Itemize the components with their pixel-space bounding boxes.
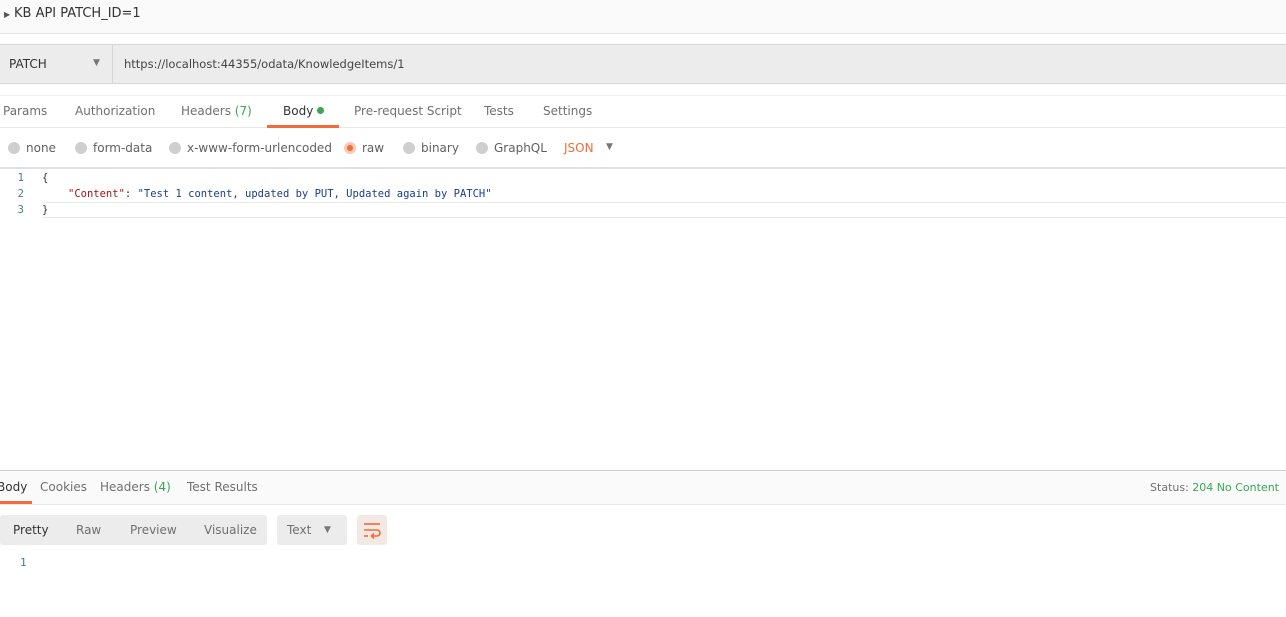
status-label: Status: <box>1150 481 1189 494</box>
radio-circle-icon <box>75 142 87 154</box>
code-line-2: "Content": "Test 1 content, updated by P… <box>68 188 492 200</box>
radio-raw[interactable]: raw <box>344 141 384 155</box>
response-format-value: Text <box>287 523 312 537</box>
wrap-lines-button[interactable] <box>357 515 387 545</box>
response-format-select[interactable]: Text ▼ <box>277 515 347 545</box>
tab-settings[interactable]: Settings <box>543 104 592 118</box>
active-tab-underline <box>0 501 32 504</box>
response-headers-count: (4) <box>153 480 171 494</box>
method-select[interactable]: PATCH ▼ <box>0 45 113 83</box>
radio-circle-icon <box>169 142 181 154</box>
body-indicator-dot-icon <box>317 107 325 114</box>
json-key: "Content" <box>68 188 125 200</box>
current-line-highlight <box>42 202 1286 218</box>
tab-params[interactable]: Params <box>3 104 47 118</box>
view-visualize-button[interactable]: Visualize <box>204 523 257 537</box>
radio-label: GraphQL <box>494 141 547 155</box>
tab-body-label: Body <box>283 104 314 118</box>
response-tabs: Body Cookies Headers (4) Test Results St… <box>0 471 1286 505</box>
code-open-brace: { <box>42 172 49 184</box>
view-pretty-button[interactable]: Pretty <box>13 523 49 537</box>
request-name[interactable]: KB API PATCH_ID=1 <box>14 6 141 21</box>
radio-label: none <box>26 141 56 155</box>
view-raw-button[interactable]: Raw <box>76 523 101 537</box>
response-headers-label: Headers <box>100 480 150 494</box>
headers-count: (7) <box>234 104 252 118</box>
response-tab-body[interactable]: Body <box>0 480 27 494</box>
json-value: "Test 1 content, updated by PUT, Updated… <box>137 188 492 200</box>
status-value: 204 No Content <box>1192 481 1279 494</box>
response-status: Status: 204 No Content <box>1150 481 1279 494</box>
body-type-options: none form-data x-www-form-urlencoded raw… <box>0 128 1286 169</box>
response-tab-test-results[interactable]: Test Results <box>187 480 258 494</box>
radio-label: binary <box>421 141 459 155</box>
tab-headers-label: Headers <box>181 104 231 118</box>
radio-circle-icon <box>403 142 415 154</box>
radio-circle-icon <box>8 142 20 154</box>
radio-x-www-form-urlencoded[interactable]: x-www-form-urlencoded <box>169 141 332 155</box>
view-preview-button[interactable]: Preview <box>130 523 177 537</box>
chevron-down-icon: ▼ <box>324 525 331 535</box>
line-number: 2 <box>17 188 24 200</box>
radio-graphql[interactable]: GraphQL <box>476 141 547 155</box>
radio-circle-icon <box>476 142 488 154</box>
body-editor[interactable]: 1 2 3 { "Content": "Test 1 content, upda… <box>0 170 1286 470</box>
request-tabs: Params Authorization Headers (7) Body Pr… <box>0 95 1286 128</box>
chevron-down-icon[interactable]: ▼ <box>606 142 613 152</box>
radio-none[interactable]: none <box>8 141 56 155</box>
expand-caret-icon[interactable]: ▶ <box>4 10 10 19</box>
wrap-lines-icon <box>364 523 381 540</box>
tab-pre-request-script[interactable]: Pre-request Script <box>354 104 462 118</box>
line-number: 1 <box>17 172 24 184</box>
json-colon: : <box>124 188 138 200</box>
tab-headers[interactable]: Headers (7) <box>181 104 252 118</box>
method-value: PATCH <box>9 57 47 71</box>
radio-label: raw <box>362 141 385 155</box>
tab-tests[interactable]: Tests <box>484 104 514 118</box>
radio-form-data[interactable]: form-data <box>75 141 152 155</box>
raw-format-select[interactable]: JSON <box>564 141 594 155</box>
radio-binary[interactable]: binary <box>403 141 459 155</box>
url-input[interactable]: https://localhost:44355/odata/KnowledgeI… <box>124 57 405 71</box>
code-close-brace: } <box>42 204 49 216</box>
tab-authorization[interactable]: Authorization <box>75 104 155 118</box>
tab-body[interactable]: Body <box>283 104 325 118</box>
response-tab-headers[interactable]: Headers (4) <box>100 480 171 494</box>
url-bar: PATCH ▼ https://localhost:44355/odata/Kn… <box>0 44 1286 84</box>
radio-label: form-data <box>93 141 153 155</box>
request-title-bar: ▶ KB API PATCH_ID=1 <box>0 0 1286 34</box>
response-tab-cookies[interactable]: Cookies <box>40 480 87 494</box>
view-mode-group: Pretty Raw Preview Visualize <box>0 515 267 545</box>
line-number: 3 <box>17 204 24 216</box>
chevron-down-icon: ▼ <box>93 58 100 68</box>
radio-label: x-www-form-urlencoded <box>187 141 332 155</box>
radio-selected-icon <box>344 142 356 154</box>
response-line-number: 1 <box>20 556 27 569</box>
